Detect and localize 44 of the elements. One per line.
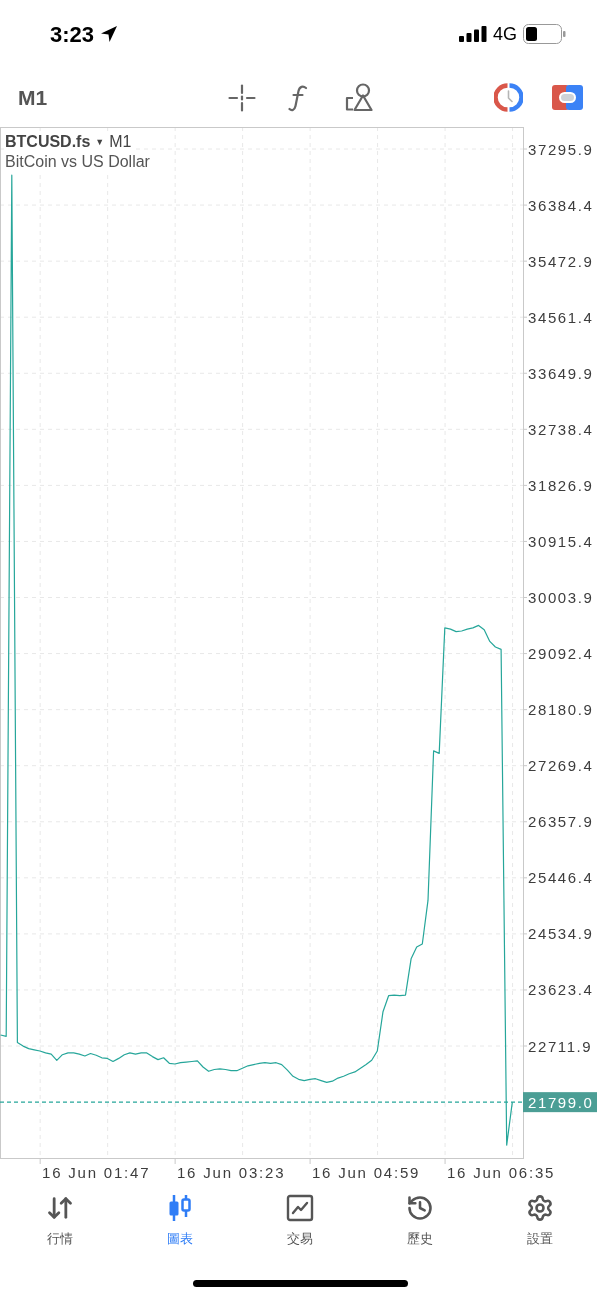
price-axis-label: 29092.4 xyxy=(528,645,594,663)
price-axis-label: 33649.9 xyxy=(528,364,594,382)
shapes-icon[interactable] xyxy=(345,83,373,112)
clock-ring-icon[interactable] xyxy=(494,83,523,112)
price-axis-label: 34561.4 xyxy=(528,308,594,326)
price-axis-label: 32738.4 xyxy=(528,420,594,438)
price-axis-label: 22711.9 xyxy=(528,1037,593,1055)
status-time: 3:23 xyxy=(50,20,95,49)
symbol-description: BitCoin vs US Dollar xyxy=(5,152,150,172)
price-axis-label: 36384.4 xyxy=(528,196,594,214)
price-axis-label: 28180.9 xyxy=(528,701,594,719)
price-axis-label: 23623.4 xyxy=(528,981,594,999)
price-axis-label: 24534.9 xyxy=(528,925,594,943)
ref-line-label: 21799.0 xyxy=(528,1093,594,1111)
price-axis-label: 25446.4 xyxy=(528,869,594,887)
time-axis-label: 16 Jun 04:59 xyxy=(311,1164,421,1181)
nav-tab[interactable]: 設置 xyxy=(480,1187,600,1263)
price-axis-label: 31826.9 xyxy=(528,476,594,494)
time-axis-label: 16 Jun 01:47 xyxy=(42,1164,151,1181)
nav-tab[interactable]: 交易 xyxy=(240,1187,360,1263)
network-type: 4G xyxy=(493,22,517,46)
history-icon xyxy=(406,1194,434,1222)
battery-icon xyxy=(523,24,566,44)
price-axis-label: 27269.4 xyxy=(528,757,594,775)
price-axis-label: 37295.9 xyxy=(528,140,594,158)
price-axis-label: 26357.9 xyxy=(528,813,594,831)
price-axis-label: 30003.9 xyxy=(528,589,594,606)
crosshair-icon[interactable] xyxy=(228,83,256,112)
nav-tab[interactable]: 歷史 xyxy=(360,1187,480,1263)
time-axis-label: 16 Jun 06:35 xyxy=(446,1164,556,1181)
function-icon[interactable] xyxy=(288,83,308,112)
time-axis-label: 16 Jun 03:23 xyxy=(176,1164,286,1181)
signal-bars-icon xyxy=(459,26,487,42)
split-tile-icon[interactable] xyxy=(552,85,583,110)
current-price-tag: 21799.0 xyxy=(523,1092,597,1113)
price-axis-label: 30915.4 xyxy=(528,532,594,550)
timeframe-button[interactable]: M1 xyxy=(18,87,48,108)
arrows-up-down-icon xyxy=(46,1194,74,1222)
location-arrow-icon xyxy=(100,25,119,43)
settings-icon xyxy=(526,1194,554,1222)
nav-tab[interactable]: 圖表 xyxy=(120,1187,240,1263)
price-axis-label: 35472.9 xyxy=(528,252,594,270)
nav-tab[interactable]: 行情 xyxy=(0,1187,120,1263)
line-chart-icon xyxy=(286,1194,314,1222)
